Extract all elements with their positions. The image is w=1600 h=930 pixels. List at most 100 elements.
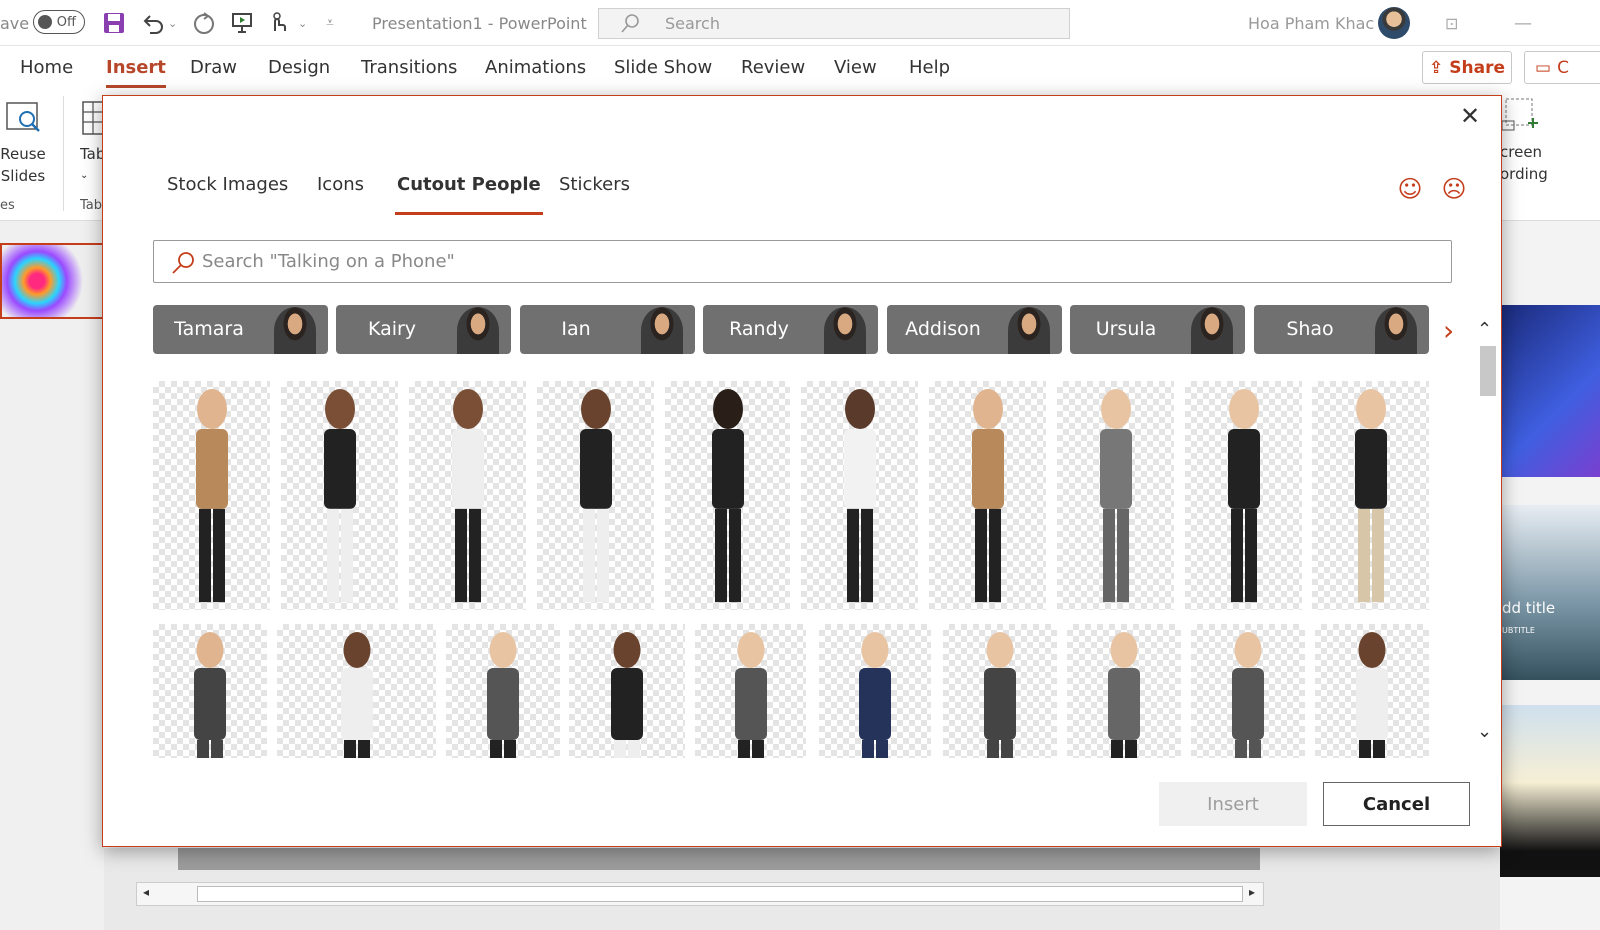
frown-icon[interactable]: ☹ bbox=[1441, 176, 1467, 202]
tab-insert[interactable]: Insert bbox=[106, 46, 166, 91]
cutout-image[interactable] bbox=[153, 624, 267, 758]
tab-transitions[interactable]: Transitions bbox=[361, 46, 457, 91]
smile-icon[interactable]: ☺ bbox=[1397, 176, 1423, 202]
cutout-image[interactable] bbox=[569, 624, 685, 758]
person-chip-label: Shao bbox=[1286, 318, 1334, 340]
customize-toolbar-icon[interactable]: ⩡ bbox=[326, 0, 334, 46]
save-icon[interactable] bbox=[102, 0, 126, 46]
person-silhouette bbox=[579, 389, 612, 603]
cutout-image[interactable] bbox=[1315, 624, 1429, 758]
tab-icons[interactable]: Icons bbox=[317, 174, 364, 214]
cutout-image[interactable] bbox=[1185, 381, 1302, 610]
person-chip-label: Tamara bbox=[174, 318, 244, 340]
search-input[interactable]: Search "Talking on a Phone" bbox=[153, 240, 1452, 283]
insert-button[interactable]: Insert bbox=[1159, 782, 1307, 826]
screen-recording-icon bbox=[1501, 98, 1538, 131]
scroll-right-icon[interactable]: ▸ bbox=[1249, 885, 1255, 899]
design-idea-title: dd title bbox=[1502, 599, 1556, 617]
tab-view[interactable]: View bbox=[834, 46, 877, 91]
person-chip-tamara[interactable]: Tamara bbox=[153, 305, 328, 354]
tab-stock-images-label: Stock Images bbox=[167, 174, 289, 195]
cutout-image[interactable] bbox=[446, 624, 560, 758]
tab-stock-images[interactable]: Stock Images bbox=[167, 174, 288, 214]
cutout-image[interactable] bbox=[943, 624, 1057, 758]
tab-review[interactable]: Review bbox=[741, 46, 805, 91]
person-silhouette bbox=[195, 389, 228, 603]
design-idea-subtitle: UBTITLE bbox=[1502, 626, 1535, 635]
cutout-image[interactable] bbox=[929, 381, 1046, 610]
close-icon[interactable]: ✕ bbox=[1458, 104, 1482, 128]
touch-dropdown-icon[interactable]: ⌄ bbox=[298, 17, 307, 30]
person-chip-addison[interactable]: Addison bbox=[887, 305, 1062, 354]
chevron-up-icon[interactable]: ⌃ bbox=[1477, 319, 1492, 340]
cancel-button[interactable]: Cancel bbox=[1323, 782, 1470, 826]
cutout-image[interactable] bbox=[153, 381, 270, 610]
autosave-toggle[interactable]: Off bbox=[33, 10, 85, 34]
cutout-image[interactable] bbox=[1067, 624, 1181, 758]
undo-icon[interactable]: ⌄ bbox=[140, 0, 177, 46]
reuse-slides-line1: Reuse bbox=[0, 145, 46, 163]
cutout-image[interactable] bbox=[1191, 624, 1305, 758]
search-icon bbox=[621, 13, 639, 33]
design-idea-2[interactable]: dd title UBTITLE bbox=[1500, 505, 1600, 680]
reuse-slides-button[interactable]: Reuse Slides bbox=[0, 99, 46, 187]
chevron-down-icon[interactable]: ⌄ bbox=[1477, 721, 1492, 742]
screen-recording-button[interactable]: creen ording bbox=[1500, 97, 1560, 185]
horizontal-scrollbar[interactable]: ◂ ▸ bbox=[136, 882, 1264, 906]
person-silhouette bbox=[323, 389, 356, 603]
tab-slide-show[interactable]: Slide Show bbox=[614, 46, 712, 91]
comments-button[interactable]: ▭ C bbox=[1524, 51, 1600, 84]
tab-design[interactable]: Design bbox=[268, 46, 330, 91]
title-search-box[interactable]: Search bbox=[598, 8, 1070, 39]
vertical-scrollbar[interactable]: ⌃ ⌄ bbox=[1477, 301, 1499, 747]
ribbon-display-options-icon[interactable]: ⊡ bbox=[1445, 0, 1458, 46]
person-chip-ian[interactable]: Ian bbox=[520, 305, 695, 354]
redo-icon[interactable] bbox=[192, 0, 216, 46]
tab-cutout-people[interactable]: Cutout People bbox=[395, 174, 543, 215]
tab-draw[interactable]: Draw bbox=[190, 46, 237, 91]
scroll-left-icon[interactable]: ◂ bbox=[143, 885, 149, 899]
cutout-image[interactable] bbox=[1312, 381, 1429, 610]
cutout-image[interactable] bbox=[281, 381, 398, 610]
undo-dropdown-icon[interactable]: ⌄ bbox=[168, 17, 177, 30]
minimize-icon[interactable]: — bbox=[1514, 0, 1532, 46]
person-chip-kairy[interactable]: Kairy bbox=[336, 305, 511, 354]
person-chip-label: Kairy bbox=[367, 318, 417, 340]
chevron-right-icon[interactable]: › bbox=[1443, 314, 1454, 347]
cutout-image[interactable] bbox=[277, 624, 436, 758]
share-icon: ⇪ bbox=[1429, 57, 1444, 78]
avatar[interactable] bbox=[1378, 7, 1410, 39]
slide-thumbnail-1[interactable] bbox=[0, 243, 104, 319]
share-label: Share bbox=[1449, 57, 1505, 78]
person-face bbox=[641, 307, 683, 354]
person-chip-randy[interactable]: Randy bbox=[703, 305, 878, 354]
user-name[interactable]: Hoa Pham Khac bbox=[1248, 0, 1374, 46]
person-silhouette bbox=[711, 389, 744, 603]
touch-mode-icon[interactable]: ⌄ bbox=[266, 0, 307, 46]
cutout-image[interactable] bbox=[537, 381, 654, 610]
vertical-scroll-thumb[interactable] bbox=[1480, 346, 1496, 396]
cutout-image[interactable] bbox=[695, 624, 806, 758]
cutout-image[interactable] bbox=[801, 381, 918, 610]
person-chip-shao[interactable]: Shao bbox=[1254, 305, 1429, 354]
cutout-image[interactable] bbox=[409, 381, 526, 610]
person-face bbox=[1375, 307, 1417, 354]
person-chip-label: Randy bbox=[729, 318, 789, 340]
person-silhouette bbox=[1354, 389, 1387, 603]
tab-animations[interactable]: Animations bbox=[485, 46, 586, 91]
cutout-image[interactable] bbox=[1057, 381, 1174, 610]
tab-help[interactable]: Help bbox=[909, 46, 950, 91]
cutout-image[interactable] bbox=[665, 381, 790, 610]
share-button[interactable]: ⇪ Share bbox=[1422, 51, 1512, 84]
ribbon-divider bbox=[63, 96, 64, 211]
person-chip-ursula[interactable]: Ursula bbox=[1070, 305, 1245, 354]
tab-stickers[interactable]: Stickers bbox=[559, 174, 630, 214]
design-idea-1[interactable] bbox=[1500, 305, 1600, 477]
horizontal-scroll-thumb[interactable] bbox=[197, 886, 1243, 902]
person-chip-label: Ian bbox=[561, 318, 591, 340]
present-from-start-icon[interactable] bbox=[230, 0, 254, 46]
cutout-image[interactable] bbox=[819, 624, 931, 758]
person-face bbox=[274, 307, 316, 354]
design-idea-3[interactable] bbox=[1500, 705, 1600, 877]
tab-home[interactable]: Home bbox=[20, 46, 73, 91]
